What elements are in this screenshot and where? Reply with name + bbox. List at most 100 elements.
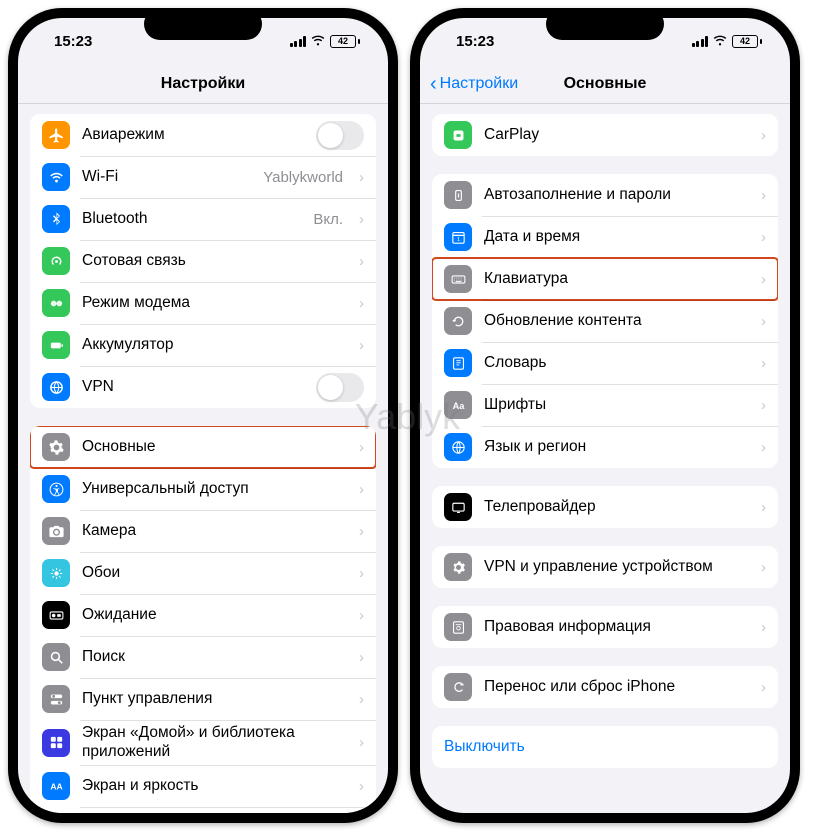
page-title: Основные	[564, 75, 647, 93]
row-airplane[interactable]: Авиарежим	[30, 114, 376, 156]
vpn-icon	[42, 373, 70, 401]
row-label: Телепровайдер	[484, 498, 745, 517]
row-vpn-management[interactable]: VPN и управление устройством ›	[432, 546, 778, 588]
cellular-signal-icon	[692, 36, 709, 47]
row-label: Выключить	[444, 738, 766, 757]
row-label: Правовая информация	[484, 618, 745, 637]
row-bluetooth[interactable]: Bluetooth Вкл. ›	[30, 198, 376, 240]
screen-right: 15:23 42 ‹ Настройки Основные	[420, 18, 790, 813]
accessibility-icon	[42, 475, 70, 503]
row-search[interactable]: Поиск ›	[30, 636, 376, 678]
row-label: Дата и время	[484, 228, 745, 247]
row-display[interactable]: AA Экран и яркость ›	[30, 765, 376, 807]
phone-left: 15:23 42 Настройки Авиарежим	[8, 8, 398, 823]
row-label: Экран «Домой» и библиотека приложений	[82, 724, 343, 761]
row-cellular[interactable]: Сотовая связь ›	[30, 240, 376, 282]
hotspot-icon	[42, 289, 70, 317]
battery-settings-icon	[42, 331, 70, 359]
row-transfer-reset[interactable]: Перенос или сброс iPhone ›	[432, 666, 778, 708]
row-dictionary[interactable]: Словарь ›	[432, 342, 778, 384]
refresh-icon	[444, 307, 472, 335]
chevron-right-icon: ›	[359, 523, 364, 540]
cellular-signal-icon	[290, 36, 307, 47]
status-time: 15:23	[54, 33, 92, 50]
chevron-right-icon: ›	[359, 253, 364, 270]
chevron-right-icon: ›	[761, 355, 766, 372]
chevron-right-icon: ›	[761, 679, 766, 696]
row-carplay[interactable]: CarPlay ›	[432, 114, 778, 156]
row-standby[interactable]: Ожидание ›	[30, 594, 376, 636]
row-legal[interactable]: Правовая информация ›	[432, 606, 778, 648]
row-language[interactable]: Язык и регион ›	[432, 426, 778, 468]
chevron-right-icon: ›	[359, 337, 364, 354]
row-wallpaper[interactable]: Обои ›	[30, 552, 376, 594]
chevron-right-icon: ›	[761, 619, 766, 636]
dictionary-icon	[444, 349, 472, 377]
chevron-right-icon: ›	[761, 439, 766, 456]
row-home-screen[interactable]: Экран «Домой» и библиотека приложений ›	[30, 720, 376, 765]
row-background-refresh[interactable]: Обновление контента ›	[432, 300, 778, 342]
chevron-right-icon: ›	[761, 559, 766, 576]
chevron-right-icon: ›	[359, 649, 364, 666]
general-list[interactable]: CarPlay › Автозаполнение и пароли › 1 Да…	[420, 104, 790, 813]
settings-list[interactable]: Авиарежим Wi-Fi Yablykworld › Bluetooth …	[18, 104, 388, 813]
chevron-right-icon: ›	[761, 271, 766, 288]
chevron-right-icon: ›	[359, 734, 364, 751]
chevron-right-icon: ›	[359, 778, 364, 795]
row-tvprovider[interactable]: Телепровайдер ›	[432, 486, 778, 528]
row-label: Пункт управления	[82, 690, 343, 709]
wifi-settings-icon	[42, 163, 70, 191]
status-time: 15:23	[456, 33, 494, 50]
row-siri[interactable]: Siri ›	[30, 807, 376, 813]
row-label: Обновление контента	[484, 312, 745, 331]
nav-back-label: Настройки	[440, 75, 518, 93]
navbar: ‹ Настройки Основные	[420, 64, 790, 104]
battery-icon: 42	[330, 35, 360, 48]
row-shutdown[interactable]: Выключить	[432, 726, 778, 768]
bluetooth-icon	[42, 205, 70, 233]
row-camera[interactable]: Камера ›	[30, 510, 376, 552]
row-control-center[interactable]: Пункт управления ›	[30, 678, 376, 720]
row-fonts[interactable]: Aa Шрифты ›	[432, 384, 778, 426]
tv-provider-icon	[444, 493, 472, 521]
row-label: Авиарежим	[82, 126, 304, 145]
row-keyboard[interactable]: Клавиатура ›	[432, 258, 778, 300]
row-label: Автозаполнение и пароли	[484, 186, 745, 205]
standby-icon	[42, 601, 70, 629]
row-label: Ожидание	[82, 606, 343, 625]
row-battery[interactable]: Аккумулятор ›	[30, 324, 376, 366]
wifi-icon	[712, 35, 728, 47]
row-label: Универсальный доступ	[82, 480, 343, 499]
chevron-left-icon: ‹	[430, 74, 437, 94]
toggle-airplane[interactable]	[316, 121, 364, 150]
row-general[interactable]: Основные ›	[30, 426, 376, 468]
row-label: Поиск	[82, 648, 343, 667]
certificate-icon	[444, 613, 472, 641]
row-hotspot[interactable]: Режим модема ›	[30, 282, 376, 324]
row-label: Сотовая связь	[82, 252, 343, 271]
row-autofill[interactable]: Автозаполнение и пароли ›	[432, 174, 778, 216]
calendar-icon: 1	[444, 223, 472, 251]
chevron-right-icon: ›	[359, 565, 364, 582]
fonts-icon: Aa	[444, 391, 472, 419]
row-label: Wi-Fi	[82, 168, 251, 187]
row-label: CarPlay	[484, 126, 745, 145]
chevron-right-icon: ›	[359, 169, 364, 186]
keyboard-icon	[444, 265, 472, 293]
row-wifi[interactable]: Wi-Fi Yablykworld ›	[30, 156, 376, 198]
row-label: Словарь	[484, 354, 745, 373]
row-label: Язык и регион	[484, 438, 745, 457]
row-accessibility[interactable]: Универсальный доступ ›	[30, 468, 376, 510]
svg-text:Aa: Aa	[452, 401, 465, 411]
nav-back-button[interactable]: ‹ Настройки	[430, 64, 518, 103]
gear-icon	[42, 433, 70, 461]
row-label: Клавиатура	[484, 270, 745, 289]
svg-text:AA: AA	[50, 781, 62, 791]
chevron-right-icon: ›	[359, 295, 364, 312]
row-label: Основные	[82, 438, 343, 457]
row-vpn[interactable]: VPN	[30, 366, 376, 408]
row-datetime[interactable]: 1 Дата и время ›	[432, 216, 778, 258]
chevron-right-icon: ›	[359, 607, 364, 624]
row-detail: Yablykworld	[263, 169, 343, 186]
toggle-vpn[interactable]	[316, 373, 364, 402]
